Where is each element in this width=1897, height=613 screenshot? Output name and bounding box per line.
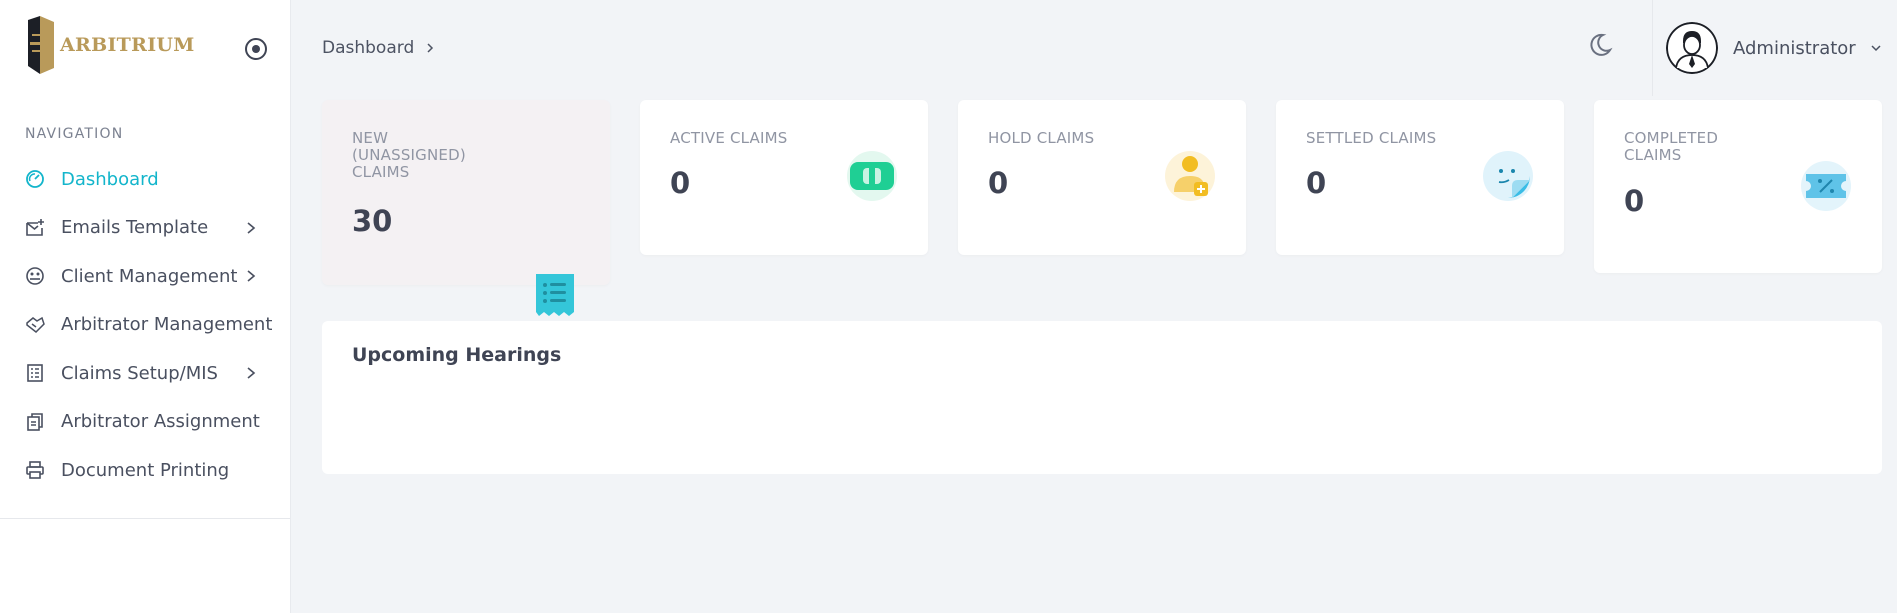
smile-sticker-icon <box>1483 151 1533 201</box>
stat-card-value: 0 <box>1624 184 1645 218</box>
user-name: Administrator <box>1733 37 1856 59</box>
stat-card-value: 0 <box>670 166 691 200</box>
moon-icon[interactable] <box>1587 32 1613 58</box>
stat-card-new-claims[interactable]: NEW (UNASSIGNED) CLAIMS 30 <box>322 100 610 316</box>
brand-logo[interactable]: ARBITRIUM <box>26 16 195 74</box>
stat-card-value: 0 <box>1306 166 1327 200</box>
stat-card-title: ACTIVE CLAIMS <box>670 129 788 147</box>
copy-files-icon <box>24 411 46 433</box>
sidebar-item-label: Emails Template <box>61 217 209 239</box>
stat-card-title: HOLD CLAIMS <box>988 129 1095 147</box>
money-bill-icon <box>847 151 897 201</box>
sidebar: ARBITRIUM NAVIGATION Dashboard Emails Te… <box>0 0 291 613</box>
stat-card-title: COMPLETED CLAIMS <box>1624 129 1719 164</box>
user-menu[interactable]: Administrator <box>1652 0 1897 96</box>
sidebar-item-label: Document Printing <box>61 459 230 481</box>
sidebar-divider <box>0 518 290 519</box>
receipt-list-icon <box>536 274 574 316</box>
sidebar-item-claims-setup-mis[interactable]: Claims Setup/MIS <box>0 349 290 398</box>
stat-card-value: 0 <box>988 166 1009 200</box>
sidebar-item-label: Arbitrator Assignment <box>61 411 260 433</box>
discount-ticket-icon <box>1801 161 1851 211</box>
sidebar-item-arbitrator-management[interactable]: Arbitrator Management <box>0 301 290 350</box>
printer-icon <box>24 459 46 481</box>
avatar <box>1666 22 1718 74</box>
users-circle-icon <box>24 265 46 287</box>
document-list-icon <box>24 362 46 384</box>
topbar: Dashboard Administrator <box>292 0 1897 96</box>
chevron-right-icon <box>247 221 256 234</box>
sidebar-item-emails-template[interactable]: Emails Template <box>0 204 290 253</box>
arbitrium-logo-mark-icon <box>28 16 54 74</box>
panel-title: Upcoming Hearings <box>352 344 562 366</box>
stat-card-active-claims[interactable]: ACTIVE CLAIMS 0 <box>640 100 928 255</box>
chevron-right-icon <box>247 367 256 379</box>
sidebar-item-label: Client Management <box>61 265 238 287</box>
chevron-right-icon <box>427 43 434 53</box>
breadcrumb-item-dashboard[interactable]: Dashboard <box>322 38 414 58</box>
stat-card-value: 30 <box>352 204 393 238</box>
user-add-icon <box>1165 151 1215 201</box>
sidebar-pin-toggle-icon[interactable] <box>243 36 269 62</box>
stat-card-completed-claims[interactable]: COMPLETED CLAIMS 0 <box>1594 100 1882 273</box>
stat-card-hold-claims[interactable]: HOLD CLAIMS 0 <box>958 100 1246 255</box>
sidebar-item-label: Claims Setup/MIS <box>61 362 218 384</box>
dashboard-gauge-icon <box>24 168 46 190</box>
sidebar-item-dashboard[interactable]: Dashboard <box>0 155 290 204</box>
sidebar-item-label: Arbitrator Management <box>61 314 273 336</box>
sidebar-item-label: Dashboard <box>61 168 159 190</box>
sidebar-nav: Dashboard Emails Template Client Managem… <box>0 155 290 495</box>
brand-name: ARBITRIUM <box>60 34 195 56</box>
nav-heading: NAVIGATION <box>25 126 124 142</box>
stat-card-settled-claims[interactable]: SETTLED CLAIMS 0 <box>1276 100 1564 255</box>
chevron-right-icon <box>247 270 256 282</box>
sidebar-item-document-printing[interactable]: Document Printing <box>0 446 290 495</box>
breadcrumb: Dashboard <box>322 38 436 58</box>
sidebar-item-client-management[interactable]: Client Management <box>0 252 290 301</box>
stat-card-title: SETTLED CLAIMS <box>1306 129 1437 147</box>
stat-card-title: NEW (UNASSIGNED) CLAIMS <box>352 129 466 181</box>
handshake-icon <box>24 314 46 336</box>
mail-plus-icon <box>24 217 46 239</box>
sidebar-item-arbitrator-assignment[interactable]: Arbitrator Assignment <box>0 398 290 447</box>
chevron-down-icon <box>1871 45 1881 52</box>
upcoming-hearings-panel: Upcoming Hearings <box>322 321 1882 474</box>
